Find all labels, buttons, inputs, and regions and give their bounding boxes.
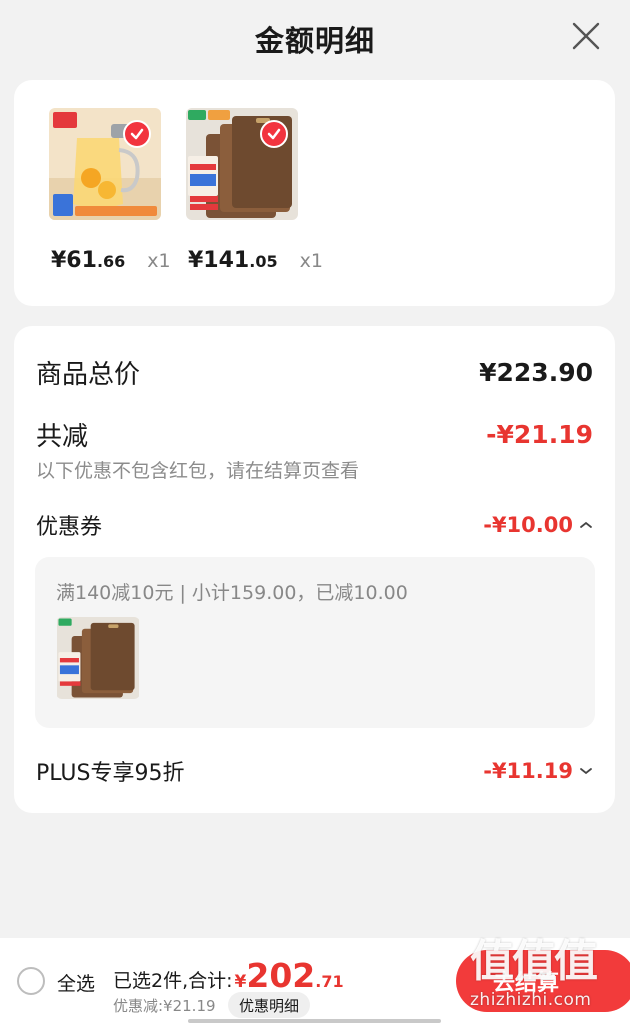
home-indicator [188, 1019, 441, 1023]
total-price-row: 商品总价 ¥223.90 [36, 354, 593, 391]
total-amount-decimal: .71 [315, 972, 344, 991]
total-price-value: ¥223.90 [479, 358, 593, 387]
product-item[interactable]: ¥141.05 x1 [186, 108, 323, 273]
price-detail-card: 商品总价 ¥223.90 共减 -¥21.19 以下优惠不包含红包，请在结算页查… [14, 326, 615, 813]
chevron-up-icon [580, 521, 592, 528]
total-price-label: 商品总价 [36, 360, 141, 390]
order-summary: 已选2件,合计: ¥ 202 .71 [113, 956, 344, 995]
coupon-description: 满140减10元 | 小计159.00，已减10.00 [56, 582, 408, 604]
total-currency: ¥ [234, 972, 247, 992]
select-all-label[interactable]: 全选 [57, 969, 95, 996]
product-list-card: ¥61.66 x1 ¥141.05 x1 [14, 80, 615, 306]
plus-discount-row[interactable]: PLUS专享95折 -¥11.19 [36, 755, 593, 787]
checkout-bar: 全选 已选2件,合计: ¥ 202 .71 优惠减:¥21.19 优惠明细 去结… [0, 938, 630, 1023]
selected-summary: 已选2件,合计: [113, 970, 233, 992]
cutting-board-product-image [186, 108, 298, 220]
discount-hint: 以下优惠不包含红包，请在结算页查看 [36, 460, 360, 482]
selected-check-icon [260, 120, 288, 148]
select-all-checkbox[interactable] [17, 967, 45, 995]
watermark: 值值值 zhizhizhi.com [470, 940, 618, 1022]
product-quantity: x1 [147, 250, 171, 272]
watermark-url: zhizhizhi.com [470, 990, 592, 1010]
plus-discount-label: PLUS专享95折 [36, 761, 185, 786]
coupon-detail-box: 满140减10元 | 小计159.00，已减10.00 [35, 557, 595, 728]
coupon-value: -¥10.00 [483, 513, 593, 537]
plus-discount-value: -¥11.19 [483, 759, 593, 783]
close-icon [572, 22, 600, 50]
discount-amount: 优惠减:¥21.19 [113, 997, 216, 1015]
product-item[interactable]: ¥61.66 x1 [49, 108, 179, 273]
chevron-down-icon [580, 768, 592, 775]
selected-check-icon [123, 120, 151, 148]
total-reduction-row: 共减 -¥21.19 [36, 416, 593, 453]
page-title: 金额明细 [254, 24, 375, 58]
discount-detail-button[interactable]: 优惠明细 [228, 992, 311, 1018]
coupon-row[interactable]: 优惠券 -¥10.00 [36, 509, 593, 541]
coupon-label: 优惠券 [36, 515, 103, 540]
product-quantity: x1 [299, 250, 323, 272]
close-button[interactable] [570, 20, 602, 52]
product-price: ¥61.66 x1 [51, 248, 171, 273]
modal-header: 金额明细 [0, 0, 630, 78]
product-price: ¥141.05 x1 [188, 248, 323, 273]
total-reduction-label: 共减 [36, 422, 89, 452]
total-amount-integer: 202 [246, 956, 316, 995]
total-reduction-value: -¥21.19 [486, 420, 593, 449]
glass-pitcher-product-image [49, 108, 161, 220]
watermark-logo: 值值值 [470, 936, 598, 987]
cutting-board-product-image [56, 617, 140, 699]
